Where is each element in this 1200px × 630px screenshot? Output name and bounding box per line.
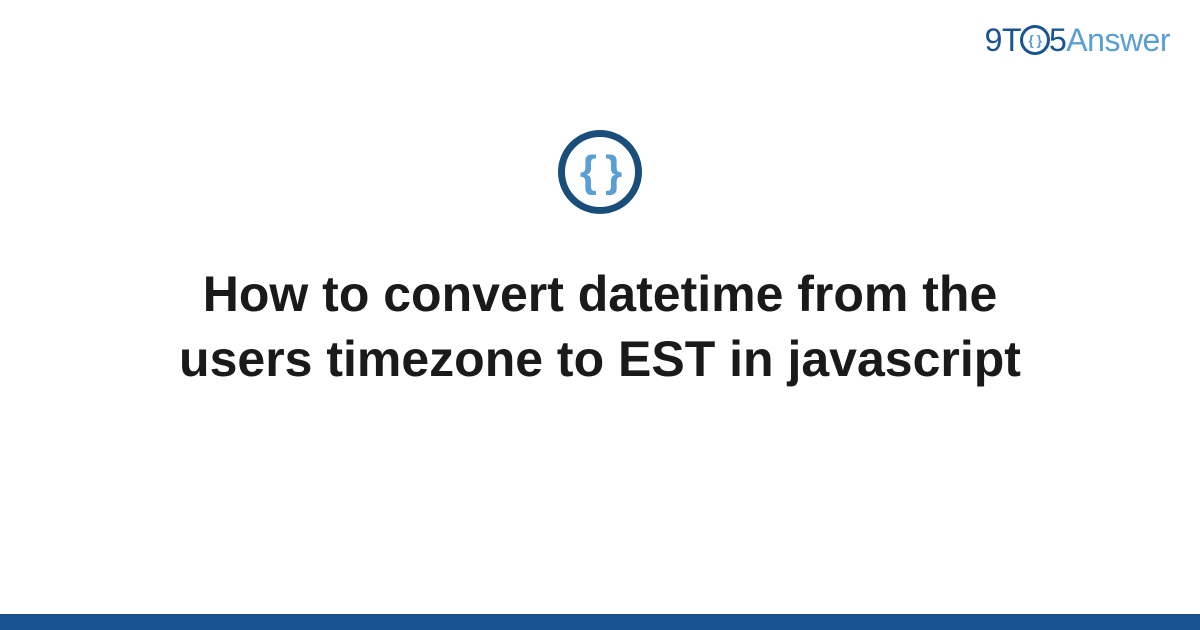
logo-text-5: 5 [1049, 22, 1066, 58]
code-braces-icon: { } [580, 147, 620, 197]
logo-text-9t: 9T [985, 22, 1021, 58]
topic-icon-circle: { } [558, 130, 642, 214]
footer-accent-bar [0, 614, 1200, 630]
site-logo: 9T{ }5Answer [985, 22, 1170, 59]
main-content: { } How to convert datetime from the use… [0, 130, 1200, 392]
question-title: How to convert datetime from the users t… [110, 262, 1090, 392]
logo-circle-icon: { } [1020, 25, 1050, 55]
logo-text-answer: Answer [1066, 22, 1170, 58]
